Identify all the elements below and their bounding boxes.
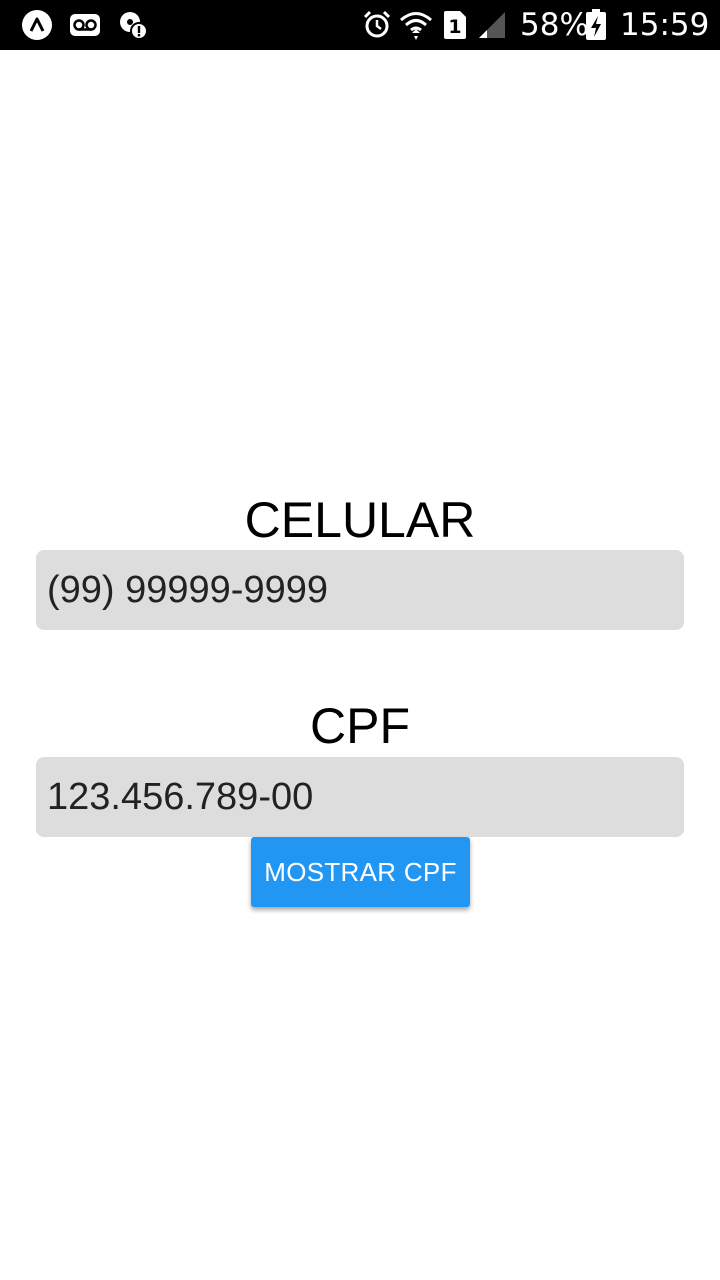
- battery-percent: 58%: [520, 7, 589, 43]
- signal-icon: [476, 0, 508, 50]
- clock: 15:59: [620, 7, 710, 43]
- cpf-label: CPF: [310, 698, 410, 754]
- svg-text:1: 1: [448, 16, 461, 38]
- celular-input[interactable]: (99) 99999-9999: [36, 550, 684, 630]
- notification-icon: [117, 0, 149, 50]
- battery-charging-icon: [584, 0, 608, 50]
- cpf-input[interactable]: 123.456.789-00: [36, 757, 684, 837]
- show-cpf-button[interactable]: MOSTRAR CPF: [251, 837, 470, 907]
- celular-label: CELULAR: [244, 492, 476, 548]
- status-bar: 1 58% 15:59: [0, 0, 720, 50]
- wifi-icon: [398, 0, 434, 50]
- voicemail-icon: [69, 0, 101, 50]
- main-content: CELULAR (99) 99999-9999 CPF 123.456.789-…: [0, 50, 720, 1280]
- expo-icon: [20, 0, 54, 50]
- alarm-icon: [362, 0, 392, 50]
- sim-icon: 1: [442, 0, 468, 50]
